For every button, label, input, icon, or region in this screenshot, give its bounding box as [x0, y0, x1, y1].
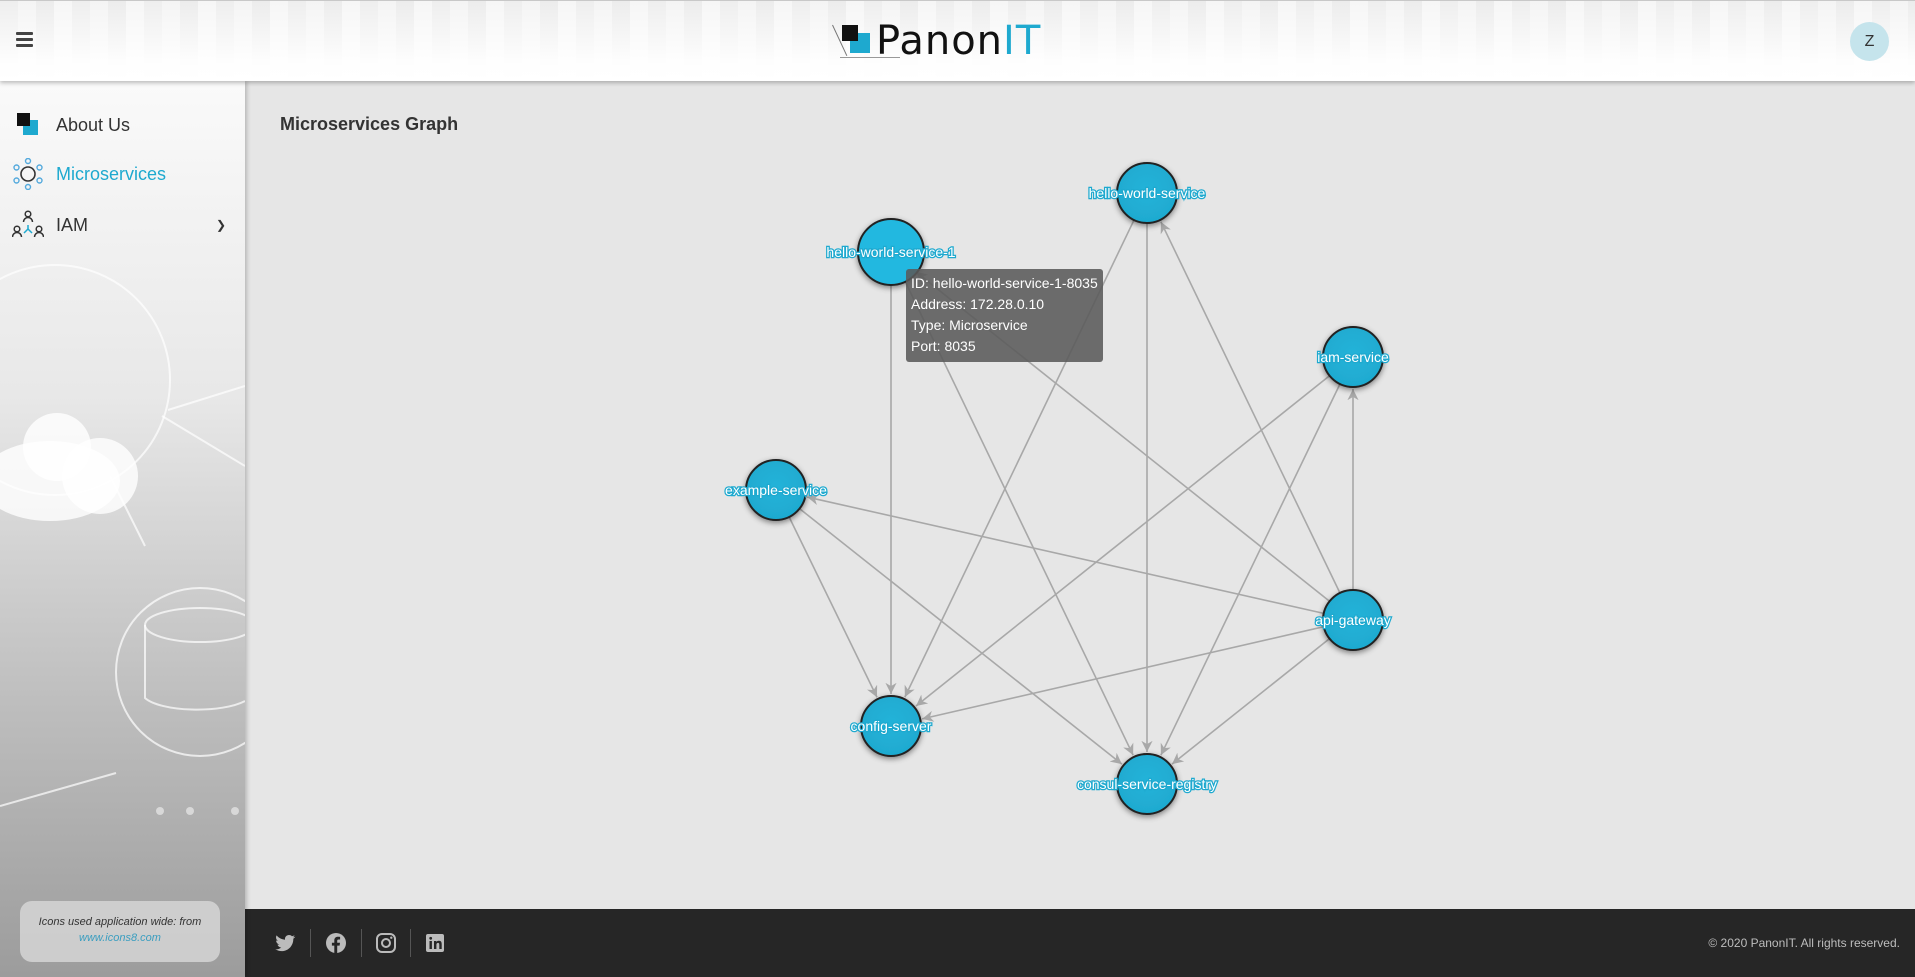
sidebar-item-iam[interactable]: IAM ❯ [0, 203, 245, 247]
node-label: iam-service [1317, 349, 1389, 365]
main-content: Microservices Graph hello-world-service-… [245, 81, 1915, 909]
hamburger-line [16, 44, 33, 47]
node-label: hello-world-service [1089, 185, 1206, 201]
sidebar-item-label: Microservices [56, 163, 167, 184]
graph-edge-iam-service-to-config-server [915, 375, 1331, 707]
hamburger-menu-button[interactable] [16, 32, 33, 47]
facebook-icon[interactable] [324, 931, 348, 955]
logo-text-main: Panon [876, 18, 1004, 64]
sidebar: About Us Microservices IAM ❯ Icons used … [0, 81, 245, 977]
hamburger-line [16, 38, 33, 41]
microservices-graph[interactable]: hello-world-service-1 hello-world-service… [245, 81, 1915, 909]
logo-text: PanonIT [876, 19, 1041, 63]
footer-separator [410, 929, 411, 957]
instagram-icon[interactable] [374, 931, 398, 955]
top-header: PanonIT Z [0, 0, 1915, 81]
about-us-icon [17, 113, 38, 135]
tooltip-address: Address: 172.28.0.10 [911, 296, 1045, 312]
graph-node-consul-service-registry[interactable]: consul-service-registry [1076, 753, 1218, 815]
user-avatar[interactable]: Z [1850, 22, 1889, 61]
footer-separator [361, 929, 362, 957]
logo-text-accent: IT [1003, 18, 1042, 64]
graph-edge-api-gateway-to-config-server [922, 625, 1324, 722]
footer: © 2020 PanonIT. All rights reserved. [245, 909, 1915, 977]
sidebar-item-label: About Us [56, 114, 131, 135]
twitter-icon[interactable] [273, 931, 297, 955]
graph-node-example-service[interactable]: example-service [724, 459, 828, 521]
graph-node-hello-world-service[interactable]: hello-world-service [1087, 162, 1207, 224]
graph-edge-api-gateway-to-consul-service-registry [1171, 638, 1331, 765]
linkedin-icon[interactable] [423, 931, 447, 955]
sidebar-item-microservices[interactable]: Microservices [0, 152, 245, 196]
hamburger-icon [16, 32, 33, 35]
credit-text: Icons used application wide: from [38, 916, 202, 928]
tooltip-type: Type: Microservice [911, 317, 1028, 333]
graph-edge-example-service-to-config-server [788, 516, 878, 698]
node-label: hello-world-service-1 [826, 244, 955, 260]
copyright-text: © 2020 PanonIT. All rights reserved. [1708, 936, 1900, 950]
chevron-down-icon[interactable]: ❯ [216, 218, 226, 232]
node-label: config-server [851, 718, 932, 734]
iam-icon [12, 210, 44, 238]
sidebar-item-label: IAM [56, 214, 89, 235]
sidebar-item-about-us[interactable]: About Us [0, 103, 245, 147]
logo-black-square [842, 25, 858, 41]
tooltip-port: Port: 8035 [911, 338, 976, 354]
panonit-logo[interactable]: PanonIT [828, 19, 1068, 63]
graph-node-config-server[interactable]: config-server [849, 695, 933, 757]
node-tooltip: ID: hello-world-service-1-8035 Address: … [906, 269, 1103, 362]
tooltip-id: ID: hello-world-service-1-8035 [911, 275, 1098, 291]
node-label: consul-service-registry [1077, 776, 1217, 792]
footer-separator [310, 929, 311, 957]
node-label: example-service [725, 482, 827, 498]
node-label: api-gateway [1315, 612, 1391, 628]
icons-credit-box: Icons used application wide: from www.ic… [20, 901, 220, 962]
icons8-link[interactable]: www.icons8.com [79, 932, 161, 944]
microservices-icon [13, 158, 43, 190]
graph-edge-api-gateway-to-example-service [807, 494, 1324, 615]
